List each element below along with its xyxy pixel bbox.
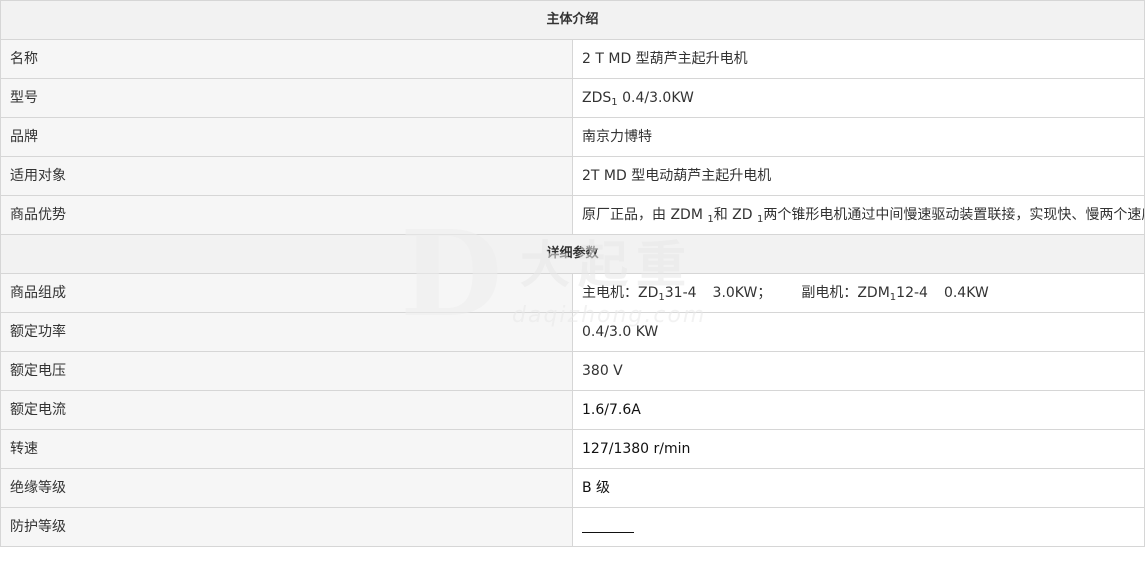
row-value: ZDS1 0.4/3.0KW <box>572 78 1145 118</box>
table-row: 品牌 南京力博特 <box>0 117 1145 157</box>
row-label: 额定功率 <box>0 312 573 352</box>
advantage-text-a: 原厂正品，由 ZDM <box>582 207 708 223</box>
row-label: 绝缘等级 <box>0 468 573 508</box>
section-title-intro: 主体介绍 <box>0 0 1145 40</box>
row-label: 名称 <box>0 39 573 79</box>
table-row: 适用对象 2T MD 型电动葫芦主起升电机 <box>0 156 1145 196</box>
row-value: 127/1380 r/min <box>572 429 1145 469</box>
main-motor-model: 31-4 <box>664 285 697 301</box>
main-motor-label: 主电机：ZD <box>582 285 659 301</box>
table-row: 转速 127/1380 r/min <box>0 429 1145 469</box>
table-row: 防护等级 <box>0 507 1145 547</box>
row-value: 2 T MD 型葫芦主起升电机 <box>572 39 1145 79</box>
row-value: 0.4/3.0 KW <box>572 312 1145 352</box>
row-label: 转速 <box>0 429 573 469</box>
section-header-detail: 详细参数 <box>0 234 1145 274</box>
row-label: 品牌 <box>0 117 573 157</box>
row-label: 额定电压 <box>0 351 573 391</box>
row-value: 主电机：ZD131-4 3.0KW； 副电机：ZDM112-4 0.4KW <box>572 273 1145 313</box>
row-label: 型号 <box>0 78 573 118</box>
row-label: 适用对象 <box>0 156 573 196</box>
section-title-detail: 详细参数 <box>0 234 1145 274</box>
section-header-intro: 主体介绍 <box>0 0 1145 40</box>
row-value: 1.6/7.6A <box>572 390 1145 430</box>
advantage-text-b: 和 ZD <box>713 207 758 223</box>
row-value: 南京力博特 <box>572 117 1145 157</box>
model-suffix: 0.4/3.0KW <box>617 90 694 106</box>
table-row: 商品组成 主电机：ZD131-4 3.0KW； 副电机：ZDM112-4 0.4KW <box>0 273 1145 313</box>
row-value: 380 V <box>572 351 1145 391</box>
row-label: 商品优势 <box>0 195 573 235</box>
advantage-text-c: 两个锥形电机通过中间慢速驱动装置联接，实现快、慢两个速度。 <box>763 207 1145 223</box>
table-row: 商品优势 原厂正品，由 ZDM 1和 ZD 1两个锥形电机通过中间慢速驱动装置联… <box>0 195 1145 235</box>
model-prefix: ZDS <box>582 90 612 106</box>
blank-value-line <box>582 518 634 533</box>
table-row: 名称 2 T MD 型葫芦主起升电机 <box>0 39 1145 79</box>
spec-table: 主体介绍 名称 2 T MD 型葫芦主起升电机 型号 ZDS1 0.4/3.0K… <box>0 0 1145 547</box>
main-motor-power: 3.0KW； <box>712 285 772 301</box>
row-label: 防护等级 <box>0 507 573 547</box>
table-row: 额定电压 380 V <box>0 351 1145 391</box>
table-row: 额定功率 0.4/3.0 KW <box>0 312 1145 352</box>
row-value <box>572 507 1145 547</box>
row-value: 原厂正品，由 ZDM 1和 ZD 1两个锥形电机通过中间慢速驱动装置联接，实现快… <box>572 195 1145 235</box>
row-label: 额定电流 <box>0 390 573 430</box>
aux-motor-power: 0.4KW <box>943 285 989 301</box>
table-row: 额定电流 1.6/7.6A <box>0 390 1145 430</box>
row-value: B 级 <box>572 468 1145 508</box>
row-label: 商品组成 <box>0 273 573 313</box>
aux-motor-model: 12-4 <box>896 285 928 301</box>
row-value: 2T MD 型电动葫芦主起升电机 <box>572 156 1145 196</box>
aux-motor-label: 副电机：ZDM <box>801 285 890 301</box>
table-row: 型号 ZDS1 0.4/3.0KW <box>0 78 1145 118</box>
table-row: 绝缘等级 B 级 <box>0 468 1145 508</box>
